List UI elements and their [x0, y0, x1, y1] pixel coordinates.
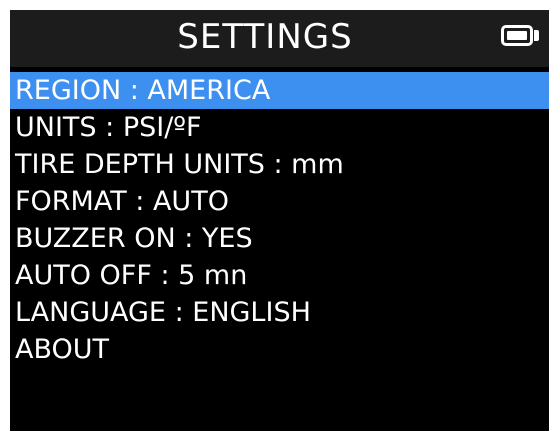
- menu-item-format[interactable]: FORMAT : AUTO: [10, 183, 549, 220]
- page-title: SETTINGS: [177, 17, 353, 57]
- menu-item-tire-depth-units[interactable]: TIRE DEPTH UNITS : mm: [10, 146, 549, 183]
- menu-item-buzzer[interactable]: BUZZER ON : YES: [10, 220, 549, 257]
- menu-item-auto-off[interactable]: AUTO OFF : 5 mn: [10, 257, 549, 294]
- battery-level-fill: [507, 31, 527, 40]
- menu-item-language[interactable]: LANGUAGE : ENGLISH: [10, 294, 549, 331]
- device-screen: SETTINGS REGION : AMERICA UNITS : PSI/ºF…: [10, 10, 549, 431]
- menu-item-region[interactable]: REGION : AMERICA: [10, 72, 549, 109]
- settings-menu: REGION : AMERICA UNITS : PSI/ºF TIRE DEP…: [10, 72, 549, 368]
- battery-terminal: [534, 30, 539, 41]
- battery-full-icon: [501, 25, 533, 46]
- menu-item-about[interactable]: ABOUT: [10, 331, 549, 368]
- header-bar: SETTINGS: [10, 10, 549, 67]
- menu-item-units[interactable]: UNITS : PSI/ºF: [10, 109, 549, 146]
